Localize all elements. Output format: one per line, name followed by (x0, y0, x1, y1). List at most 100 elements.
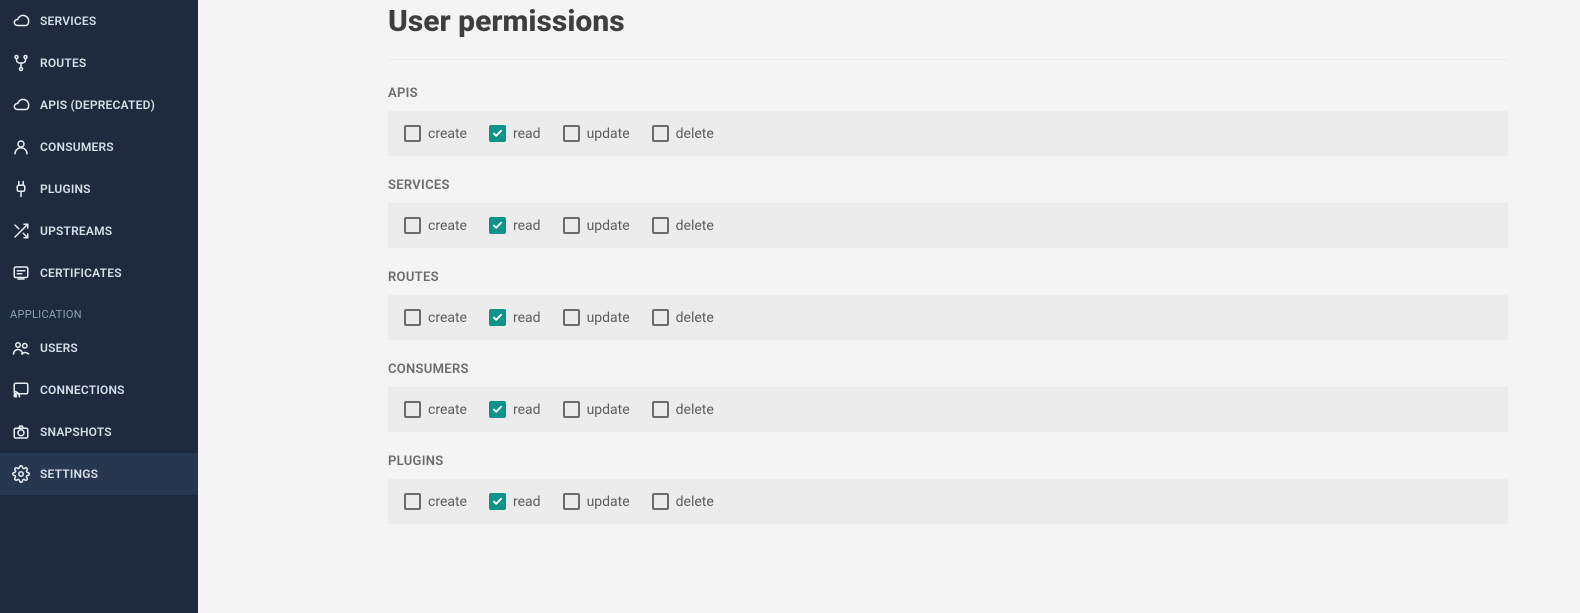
sidebar-item-label: PLUGINS (40, 182, 91, 196)
checkbox-update[interactable] (563, 217, 580, 234)
cast-icon (10, 381, 32, 399)
permission-label: update (587, 494, 630, 510)
permission-label: read (513, 494, 541, 510)
permission-row: create read update delete (388, 203, 1508, 248)
sidebar-item-connections[interactable]: CONNECTIONS (0, 369, 198, 411)
sidebar-item-label: CONNECTIONS (40, 383, 125, 397)
sidebar-item-label: SERVICES (40, 14, 96, 28)
permission-delete-option[interactable]: delete (652, 217, 714, 234)
permission-create-option[interactable]: create (404, 309, 467, 326)
sidebar-item-label: APIS (DEPRECATED) (40, 98, 155, 112)
sidebar-item-routes[interactable]: ROUTES (0, 42, 198, 84)
permission-delete-option[interactable]: delete (652, 309, 714, 326)
permission-delete-option[interactable]: delete (652, 125, 714, 142)
permission-section-plugins: PLUGINS create read update delete (388, 454, 1508, 524)
permission-row: create read update delete (388, 111, 1508, 156)
checkbox-update[interactable] (563, 125, 580, 142)
permission-create-option[interactable]: create (404, 217, 467, 234)
sidebar-item-certificates[interactable]: CERTIFICATES (0, 252, 198, 294)
checkbox-create[interactable] (404, 493, 421, 510)
checkbox-update[interactable] (563, 401, 580, 418)
sidebar-item-services[interactable]: SERVICES (0, 0, 198, 42)
permission-update-option[interactable]: update (563, 309, 630, 326)
sidebar-item-label: CERTIFICATES (40, 266, 122, 280)
permission-section-routes: ROUTES create read update delete (388, 270, 1508, 340)
sidebar-item-label: UPSTREAMS (40, 224, 112, 238)
sidebar-item-label: SNAPSHOTS (40, 425, 112, 439)
cert-icon (10, 264, 32, 282)
permission-label: create (428, 494, 467, 510)
sidebar-item-label: SETTINGS (40, 467, 98, 481)
sidebar-item-upstreams[interactable]: UPSTREAMS (0, 210, 198, 252)
checkbox-delete[interactable] (652, 217, 669, 234)
permission-label: delete (676, 494, 714, 510)
permission-section-title: SERVICES (388, 178, 1508, 193)
person-icon (10, 138, 32, 156)
permission-create-option[interactable]: create (404, 125, 467, 142)
fork-icon (10, 54, 32, 72)
permission-label: delete (676, 126, 714, 142)
checkbox-delete[interactable] (652, 125, 669, 142)
permission-read-option[interactable]: read (489, 309, 541, 326)
permission-section-apis: APIS create read update delete (388, 86, 1508, 156)
permission-section-title: ROUTES (388, 270, 1508, 285)
checkbox-create[interactable] (404, 401, 421, 418)
permission-label: read (513, 126, 541, 142)
permission-create-option[interactable]: create (404, 493, 467, 510)
sidebar-item-apis-deprecated-[interactable]: APIS (DEPRECATED) (0, 84, 198, 126)
sidebar-item-label: CONSUMERS (40, 140, 114, 154)
plug-icon (10, 180, 32, 198)
sidebar-item-plugins[interactable]: PLUGINS (0, 168, 198, 210)
checkbox-create[interactable] (404, 309, 421, 326)
permission-update-option[interactable]: update (563, 493, 630, 510)
sidebar-item-users[interactable]: USERS (0, 327, 198, 369)
permission-delete-option[interactable]: delete (652, 401, 714, 418)
permission-read-option[interactable]: read (489, 401, 541, 418)
permission-section-title: PLUGINS (388, 454, 1508, 469)
cloud-icon (10, 96, 32, 114)
permission-row: create read update delete (388, 479, 1508, 524)
permission-section-services: SERVICES create read update delete (388, 178, 1508, 248)
page-title: User permissions (388, 0, 1508, 60)
sidebar-item-consumers[interactable]: CONSUMERS (0, 126, 198, 168)
permission-read-option[interactable]: read (489, 217, 541, 234)
permission-update-option[interactable]: update (563, 125, 630, 142)
checkbox-update[interactable] (563, 309, 580, 326)
checkbox-delete[interactable] (652, 493, 669, 510)
checkbox-delete[interactable] (652, 401, 669, 418)
sidebar-item-settings[interactable]: SETTINGS (0, 453, 198, 495)
permission-label: delete (676, 218, 714, 234)
permission-read-option[interactable]: read (489, 125, 541, 142)
permission-label: update (587, 218, 630, 234)
checkbox-read[interactable] (489, 217, 506, 234)
checkbox-read[interactable] (489, 493, 506, 510)
permission-read-option[interactable]: read (489, 493, 541, 510)
permission-label: update (587, 310, 630, 326)
permission-label: read (513, 310, 541, 326)
permission-section-title: CONSUMERS (388, 362, 1508, 377)
checkbox-read[interactable] (489, 401, 506, 418)
sidebar-item-label: USERS (40, 341, 78, 355)
gear-icon (10, 465, 32, 483)
permission-section-title: APIS (388, 86, 1508, 101)
permission-update-option[interactable]: update (563, 217, 630, 234)
permission-row: create read update delete (388, 387, 1508, 432)
checkbox-read[interactable] (489, 125, 506, 142)
sidebar: SERVICES ROUTES APIS (DEPRECATED) CONSUM… (0, 0, 198, 613)
checkbox-update[interactable] (563, 493, 580, 510)
permission-label: create (428, 218, 467, 234)
main-content: User permissions APIS create read update (198, 0, 1580, 613)
permission-label: read (513, 218, 541, 234)
permission-create-option[interactable]: create (404, 401, 467, 418)
checkbox-create[interactable] (404, 125, 421, 142)
permission-update-option[interactable]: update (563, 401, 630, 418)
permission-label: create (428, 310, 467, 326)
checkbox-create[interactable] (404, 217, 421, 234)
permission-delete-option[interactable]: delete (652, 493, 714, 510)
camera-icon (10, 423, 32, 441)
checkbox-read[interactable] (489, 309, 506, 326)
shuffle-icon (10, 222, 32, 240)
checkbox-delete[interactable] (652, 309, 669, 326)
sidebar-item-snapshots[interactable]: SNAPSHOTS (0, 411, 198, 453)
cloud-icon (10, 12, 32, 30)
